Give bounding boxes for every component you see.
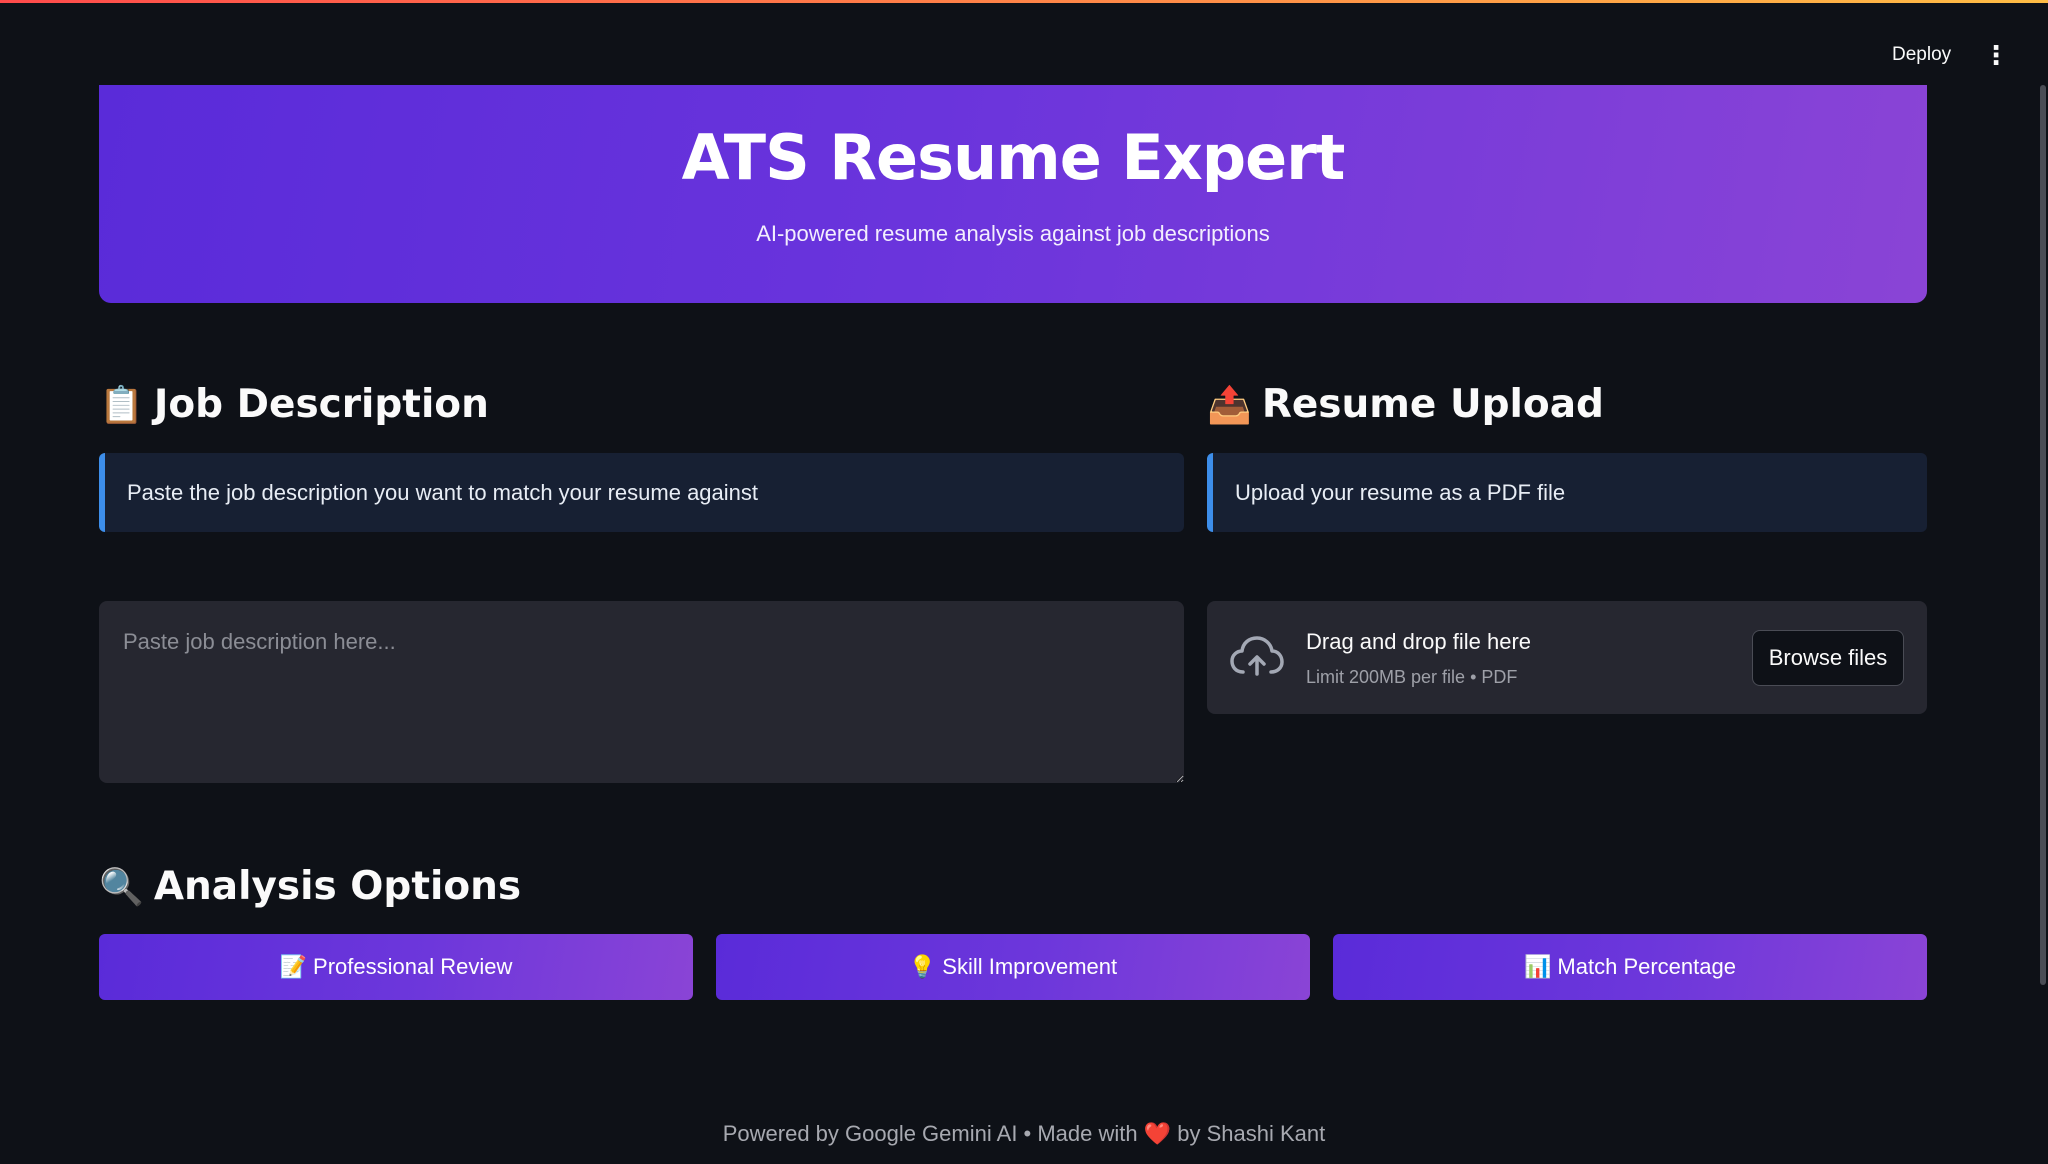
- professional-review-label: Professional Review: [313, 954, 513, 979]
- resume-upload-heading: 📤 Resume Upload: [1207, 382, 1604, 427]
- job-description-info: Paste the job description you want to ma…: [99, 453, 1184, 532]
- outbox-tray-icon: 📤: [1207, 384, 1252, 426]
- skill-improvement-label: Skill Improvement: [942, 954, 1118, 979]
- job-description-heading: 📋 Job Description: [99, 382, 489, 427]
- match-percentage-label: Match Percentage: [1557, 954, 1736, 979]
- job-description-info-text: Paste the job description you want to ma…: [127, 479, 759, 505]
- footer-suffix: by Shashi Kant: [1177, 1121, 1326, 1146]
- browse-files-button[interactable]: Browse files: [1752, 630, 1904, 686]
- dropzone-label: Drag and drop file here: [1306, 629, 1532, 654]
- professional-review-button[interactable]: 📝 Professional Review: [99, 934, 693, 1000]
- lightbulb-icon: 💡: [908, 954, 937, 979]
- match-percentage-button[interactable]: 📊 Match Percentage: [1333, 934, 1927, 1000]
- resume-upload-info-text: Upload your resume as a PDF file: [1235, 479, 1566, 505]
- analysis-options-heading: 🔍 Analysis Options: [99, 864, 521, 909]
- main-menu-icon[interactable]: ⋮: [1980, 35, 2012, 75]
- job-description-input[interactable]: [99, 601, 1184, 783]
- job-description-title: Job Description: [153, 382, 489, 427]
- dropzone-limit: Limit 200MB per file • PDF: [1306, 667, 1518, 687]
- bar-chart-icon: 📊: [1524, 954, 1552, 979]
- memo-icon: 📝: [279, 954, 308, 979]
- app-header: Deploy ⋮: [0, 3, 2048, 85]
- analysis-options-title: Analysis Options: [153, 864, 522, 909]
- hero-banner: ATS Resume Expert AI-powered resume anal…: [99, 85, 1927, 303]
- cloud-upload-icon: [1230, 636, 1284, 676]
- clipboard-icon: 📋: [99, 384, 144, 426]
- heart-icon: ❤️: [1143, 1121, 1172, 1146]
- app-title: ATS Resume Expert: [681, 121, 1346, 194]
- skill-improvement-button[interactable]: 💡 Skill Improvement: [716, 934, 1310, 1000]
- footer: Powered by Google Gemini AI • Made with …: [0, 1121, 2048, 1147]
- deploy-button[interactable]: Deploy: [1880, 35, 1963, 75]
- resume-upload-info: Upload your resume as a PDF file: [1207, 453, 1927, 532]
- page-scrollbar[interactable]: [2040, 85, 2046, 985]
- footer-prefix: Powered by Google Gemini AI • Made with: [722, 1121, 1138, 1146]
- file-dropzone[interactable]: Drag and drop file here Limit 200MB per …: [1207, 601, 1927, 714]
- magnifier-icon: 🔍: [99, 866, 144, 908]
- resume-upload-title: Resume Upload: [1261, 382, 1604, 427]
- app-subtitle: AI-powered resume analysis against job d…: [756, 221, 1270, 246]
